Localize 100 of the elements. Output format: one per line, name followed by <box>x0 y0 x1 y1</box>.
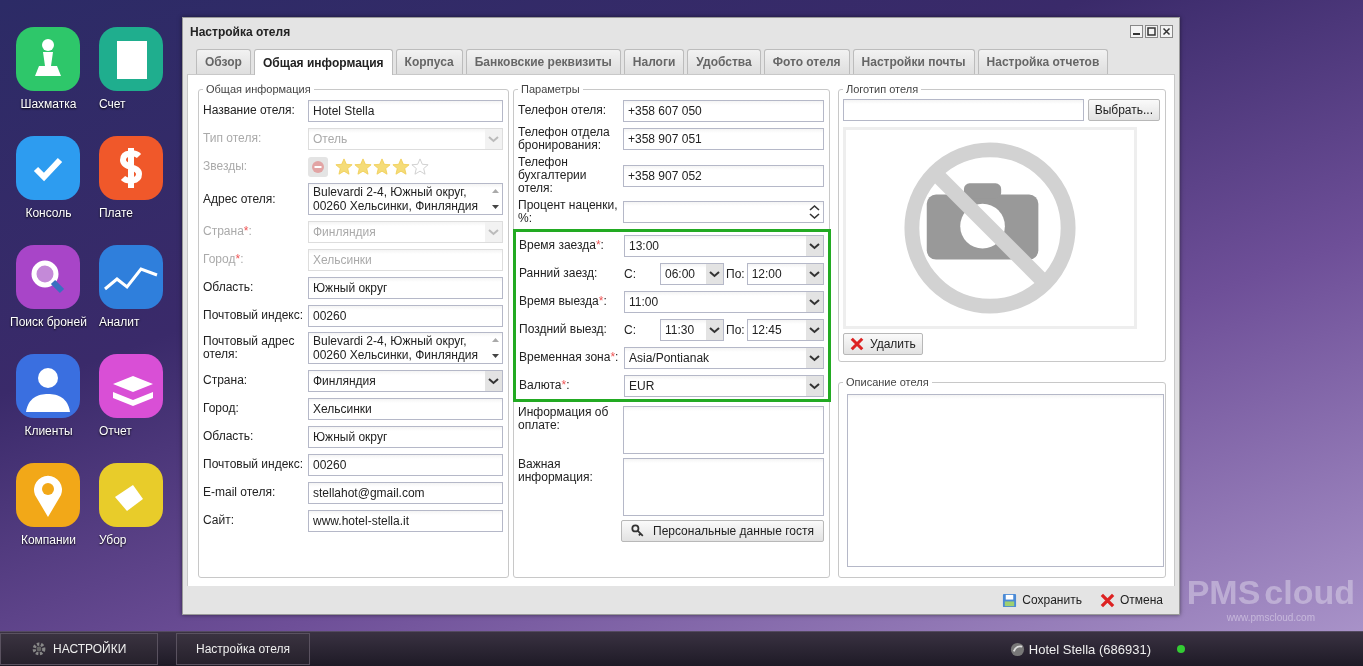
document-icon[interactable] <box>98 27 163 91</box>
tab[interactable]: Налоги <box>623 49 685 74</box>
field-label: Почтовый индекс: <box>203 458 305 471</box>
guest-data-button[interactable]: Персональные данные гостя <box>621 520 824 542</box>
checkmark-icon[interactable] <box>16 136 81 200</box>
close-icon[interactable] <box>1160 25 1173 38</box>
field-label: Страна*: <box>203 225 253 238</box>
text-area[interactable]: Bulevardi 2-4, Южный округ, 00260 Хельсинки, Финляндия <box>308 183 503 215</box>
from-label: С: <box>624 322 637 337</box>
field-label: E-mail отеля: <box>203 486 277 499</box>
select-field[interactable]: 06:00 <box>660 262 724 285</box>
tab[interactable]: Общая информация <box>253 49 393 75</box>
app-label[interactable]: Счет <box>98 97 126 111</box>
hotel-name: Hotel Stella (686931) <box>1028 641 1151 657</box>
text-area[interactable]: Bulevardi 2-4, Южный округ, 00260 Хельсинки, Финляндия <box>308 332 503 364</box>
maximize-icon[interactable] <box>1145 25 1158 38</box>
field-label: Название отеля: <box>203 104 296 117</box>
from-label: С: <box>624 266 637 281</box>
app-label[interactable]: Поиск броней <box>10 315 87 329</box>
group-legend: Параметры <box>518 83 583 95</box>
caret-icon <box>706 263 723 284</box>
tab[interactable]: Настройка отчетов <box>977 49 1109 74</box>
caret-icon <box>806 347 823 368</box>
field-label: Тип отеля: <box>203 132 263 145</box>
field-label: Область: <box>203 281 255 294</box>
pawn-icon[interactable] <box>16 27 81 91</box>
app-label[interactable]: Консоль <box>25 206 72 220</box>
text-field[interactable]: Hotel Stella <box>308 99 503 122</box>
field-label: Ранний заезд: <box>519 267 599 280</box>
field-label: Телефон отдела бронирования: <box>518 126 611 152</box>
number-field[interactable] <box>623 201 824 223</box>
books-icon[interactable] <box>98 354 163 418</box>
start-button[interactable]: НАСТРОЙКИ <box>0 633 158 665</box>
caret-icon <box>706 319 723 340</box>
tab[interactable]: Фото отеля <box>763 49 850 74</box>
select-field[interactable]: 11:30 <box>660 318 724 341</box>
caret-icon <box>806 319 823 340</box>
caret-icon <box>806 235 823 256</box>
app-label[interactable]: Клиенты <box>24 424 73 438</box>
select-field[interactable]: Финляндия <box>308 369 503 392</box>
text-field[interactable]: 00260 <box>308 453 503 476</box>
field-label: Важная информация: <box>518 458 594 484</box>
select-field[interactable]: 12:00 <box>746 262 824 285</box>
text-field[interactable]: +358 607 050 <box>623 99 824 122</box>
taskbar-item[interactable]: Настройка отеля <box>176 633 310 665</box>
cross-icon <box>850 337 864 351</box>
field-label: Телефон отеля: <box>518 104 607 117</box>
delete-button[interactable]: Удалить <box>843 333 923 355</box>
field-label: Информация об оплате: <box>518 406 610 432</box>
save-button[interactable]: Сохранить <box>996 591 1088 609</box>
tab[interactable]: Корпуса <box>395 49 463 74</box>
dollar-icon[interactable] <box>98 136 163 200</box>
browse-button[interactable]: Выбрать... <box>1087 99 1160 121</box>
gear-icon <box>31 641 47 657</box>
app-label[interactable]: Аналит <box>98 315 140 329</box>
chart-icon[interactable] <box>98 245 163 309</box>
magnifier-icon[interactable] <box>16 245 81 309</box>
text-field[interactable]: www.hotel-stella.it <box>308 509 503 532</box>
text-field[interactable]: Южный округ <box>308 276 503 299</box>
text-field[interactable]: 00260 <box>308 304 503 327</box>
text-field[interactable]: Южный округ <box>308 425 503 448</box>
cross-icon <box>1099 592 1115 608</box>
text-field[interactable]: +358 907 051 <box>623 128 824 150</box>
field-label: Валюта*: <box>519 379 571 392</box>
select-field[interactable]: 12:45 <box>746 318 824 341</box>
text-field[interactable]: +358 907 052 <box>623 164 824 187</box>
field-label: Процент наценки, %: <box>518 199 619 225</box>
caret-icon <box>806 291 823 312</box>
file-field[interactable] <box>843 99 1084 121</box>
app-label[interactable]: Убор <box>98 533 127 547</box>
cancel-button[interactable]: Отмена <box>1093 591 1169 609</box>
group-legend: Общая информация <box>203 83 314 95</box>
app-label[interactable]: Компании <box>20 533 76 547</box>
app-label[interactable]: Шахматка <box>20 97 77 111</box>
tab[interactable]: Банковские реквизиты <box>465 49 621 74</box>
tab[interactable]: Удобства <box>687 49 761 74</box>
tab[interactable]: Обзор <box>196 49 251 74</box>
select-field[interactable]: 13:00 <box>624 234 824 257</box>
key-icon <box>631 524 645 538</box>
select-field[interactable]: 11:00 <box>624 290 824 313</box>
app-label[interactable]: Отчет <box>98 424 132 438</box>
text-field[interactable]: Хельсинки <box>308 397 503 420</box>
tab[interactable]: Настройки почты <box>852 49 975 74</box>
field-label: Область: <box>203 430 255 443</box>
app-label[interactable]: Плате <box>98 206 133 220</box>
field-label: Сайт: <box>203 514 235 527</box>
select-field[interactable]: EUR <box>624 374 824 397</box>
field-label: Город: <box>203 402 240 415</box>
caret-icon <box>806 263 823 284</box>
caret-icon <box>485 370 502 391</box>
field-label: Временная зона*: <box>519 351 620 364</box>
text-field[interactable]: stellahot@gmail.com <box>308 481 503 504</box>
person-icon[interactable] <box>16 354 81 418</box>
to-label: По: <box>725 266 746 281</box>
minimize-icon[interactable] <box>1130 25 1143 38</box>
select-field[interactable]: Asia/Pontianak <box>624 346 824 369</box>
map-pin-icon[interactable] <box>16 463 81 527</box>
group-legend: Описание отеля <box>843 376 932 388</box>
field-label: Звезды: <box>203 160 249 173</box>
caret-icon <box>485 128 502 149</box>
